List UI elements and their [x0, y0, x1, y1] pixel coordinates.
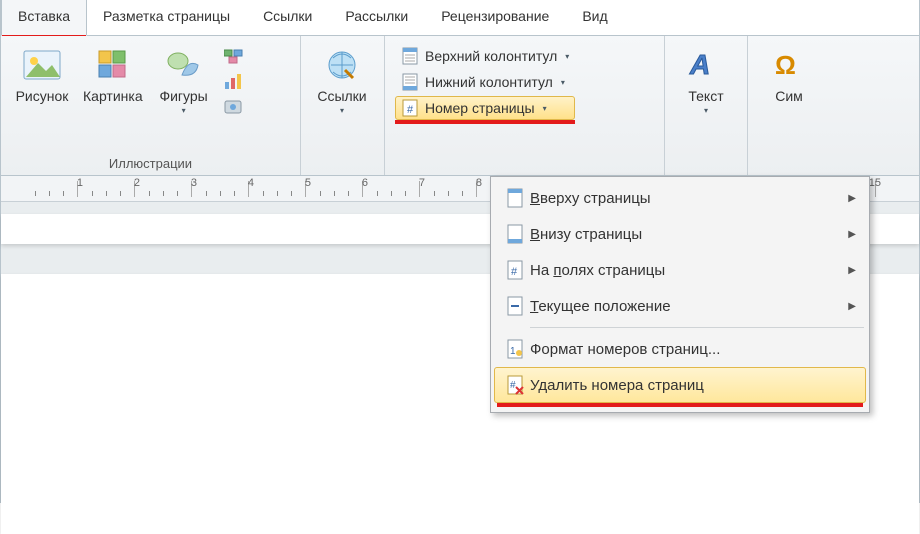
- svg-text:A: A: [689, 49, 710, 80]
- clipart-button[interactable]: Картинка: [77, 40, 149, 126]
- tab-review[interactable]: Рецензирование: [425, 0, 566, 35]
- button-label: Ссылки: [317, 88, 366, 104]
- menu-page-margins[interactable]: # На полях страницы ▶: [494, 252, 866, 288]
- screenshot-button[interactable]: [223, 96, 245, 118]
- menu-format-page-numbers[interactable]: 1 Формат номеров страниц...: [494, 331, 866, 367]
- tab-label: Вставка: [18, 8, 70, 24]
- tab-view[interactable]: Вид: [566, 0, 624, 35]
- tab-mailings[interactable]: Рассылки: [329, 0, 425, 35]
- symbol-button[interactable]: Ω Сим: [754, 40, 824, 126]
- format-numbers-icon: 1: [500, 339, 530, 359]
- ribbon-tabs: Вставка Разметка страницы Ссылки Рассылк…: [1, 0, 919, 36]
- menu-separator: [530, 327, 864, 328]
- tab-label: Ссылки: [263, 8, 312, 24]
- group-label: [671, 153, 741, 175]
- header-button[interactable]: Верхний колонтитул ▾: [395, 44, 575, 68]
- chart-button[interactable]: [223, 70, 245, 92]
- remove-numbers-icon: #: [500, 375, 530, 395]
- button-label: Текст: [688, 88, 723, 104]
- button-label: Нижний колонтитул: [425, 74, 553, 90]
- submenu-arrow-icon: ▶: [848, 265, 856, 276]
- menu-label: Вверху страницы: [530, 190, 848, 207]
- svg-text:#: #: [510, 380, 516, 391]
- chevron-down-icon: ▾: [340, 106, 344, 115]
- group-symbols: Ω Сим: [748, 36, 830, 175]
- picture-icon: [22, 42, 62, 88]
- svg-text:Ω: Ω: [775, 50, 796, 80]
- links-button[interactable]: Ссылки ▾: [307, 40, 377, 126]
- button-label: Номер страницы: [425, 100, 535, 116]
- svg-text:#: #: [407, 104, 414, 116]
- picture-button[interactable]: Рисунок: [7, 40, 77, 126]
- clipart-icon: [93, 42, 133, 88]
- tab-label: Вид: [582, 8, 607, 24]
- submenu-arrow-icon: ▶: [848, 193, 856, 204]
- menu-label: Формат номеров страниц...: [530, 341, 856, 358]
- button-label: Картинка: [83, 88, 143, 104]
- svg-text:1: 1: [510, 346, 516, 357]
- chevron-down-icon: ▾: [704, 106, 708, 115]
- group-links: Ссылки ▾: [301, 36, 385, 175]
- group-label: [754, 153, 824, 175]
- illustrations-extra-column: [219, 40, 249, 118]
- group-text: A Текст ▾: [665, 36, 748, 175]
- top-of-page-icon: [500, 188, 530, 208]
- footer-icon: [401, 73, 419, 91]
- menu-label: Внизу страницы: [530, 226, 848, 243]
- omega-icon: Ω: [772, 42, 806, 88]
- footer-button[interactable]: Нижний колонтитул ▾: [395, 70, 575, 94]
- menu-label: На полях страницы: [530, 262, 848, 279]
- tab-label: Разметка страницы: [103, 8, 230, 24]
- menu-remove-page-numbers[interactable]: # Удалить номера страниц: [494, 367, 866, 403]
- button-label: Рисунок: [16, 88, 69, 104]
- menu-top-of-page[interactable]: Вверху страницы ▶: [494, 180, 866, 216]
- group-header-footer: Верхний колонтитул ▾ Нижний колонтитул ▾…: [385, 36, 665, 175]
- tab-references[interactable]: Ссылки: [247, 0, 329, 35]
- highlight-underline: [395, 120, 575, 124]
- page-margins-icon: #: [500, 260, 530, 280]
- tab-insert[interactable]: Вставка: [1, 0, 87, 36]
- chevron-down-icon: ▾: [565, 52, 569, 61]
- tab-label: Рецензирование: [441, 8, 549, 24]
- group-label: [307, 153, 378, 175]
- group-label: [391, 153, 658, 175]
- chevron-down-icon: ▾: [543, 104, 547, 113]
- menu-label: Удалить номера страниц: [530, 377, 856, 394]
- chevron-down-icon: ▾: [561, 78, 565, 87]
- tab-label: Рассылки: [345, 8, 408, 24]
- current-position-icon: [500, 296, 530, 316]
- page-number-icon: #: [401, 99, 419, 117]
- menu-current-position[interactable]: Текущее положение ▶: [494, 288, 866, 324]
- submenu-arrow-icon: ▶: [848, 301, 856, 312]
- button-label: Верхний колонтитул: [425, 48, 557, 64]
- menu-label: Текущее положение: [530, 298, 848, 315]
- button-label: Фигуры: [159, 88, 207, 104]
- svg-text:#: #: [511, 266, 518, 278]
- header-icon: [401, 47, 419, 65]
- hyperlink-icon: [325, 42, 359, 88]
- smartart-button[interactable]: [223, 44, 245, 66]
- button-label: Сим: [775, 88, 803, 104]
- shapes-button[interactable]: Фигуры ▾: [149, 40, 219, 126]
- submenu-arrow-icon: ▶: [848, 229, 856, 240]
- page-number-menu: Вверху страницы ▶ Внизу страницы ▶ # На …: [490, 176, 870, 413]
- shapes-icon: [164, 42, 204, 88]
- bottom-of-page-icon: [500, 224, 530, 244]
- group-label: Иллюстрации: [7, 153, 294, 175]
- tab-page-layout[interactable]: Разметка страницы: [87, 0, 247, 35]
- menu-bottom-of-page[interactable]: Внизу страницы ▶: [494, 216, 866, 252]
- highlight-underline: [497, 403, 863, 407]
- wordart-icon: A: [688, 42, 724, 88]
- group-illustrations: Рисунок Картинка Фигуры ▾: [1, 36, 301, 175]
- chevron-down-icon: ▾: [182, 106, 186, 115]
- text-button[interactable]: A Текст ▾: [671, 40, 741, 126]
- page-number-button[interactable]: # Номер страницы ▾: [395, 96, 575, 120]
- ribbon: Рисунок Картинка Фигуры ▾: [1, 36, 919, 176]
